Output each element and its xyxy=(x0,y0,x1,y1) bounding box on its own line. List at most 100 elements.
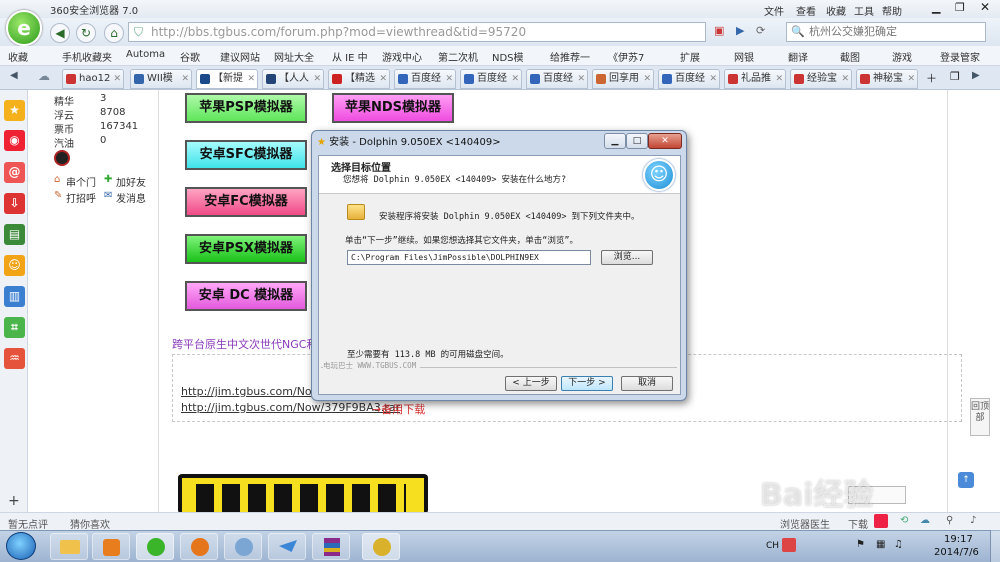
recommend-status[interactable]: 猜你喜欢 xyxy=(70,516,110,531)
message-link[interactable]: 发消息 xyxy=(116,190,146,205)
sfc-emulator-button[interactable]: 安卓SFC模拟器 xyxy=(185,140,307,170)
taskbar-installer-icon[interactable] xyxy=(362,533,400,560)
menu-help[interactable]: 帮助 xyxy=(882,3,902,18)
taskbar-media-icon[interactable] xyxy=(92,533,130,560)
video-icon[interactable]: ▤ xyxy=(4,224,25,245)
tab[interactable]: 【精选 ✕ xyxy=(328,69,390,89)
download-link-backup[interactable]: http://jim.tgbus.com/Now/379F9BA3.rar xyxy=(181,401,400,414)
taskbar-paint-icon[interactable] xyxy=(224,533,262,560)
back-to-top-button[interactable]: 回顶部 xyxy=(970,398,990,436)
reload-page-icon[interactable]: ⟳ xyxy=(756,24,765,37)
fav-item[interactable]: 从 IE 中 xyxy=(332,49,368,64)
fav-item[interactable]: 手机收藏夹 xyxy=(62,49,112,64)
back-button[interactable]: < 上一步 xyxy=(505,376,557,391)
dialog-close-icon[interactable]: ✕ xyxy=(648,133,682,149)
browser-logo-icon[interactable]: e xyxy=(6,10,42,46)
fc-emulator-button[interactable]: 安卓FC模拟器 xyxy=(185,187,307,217)
menu-tools[interactable]: 工具 xyxy=(854,3,874,18)
add-sidebar-icon[interactable]: + xyxy=(8,493,20,509)
tab[interactable]: 礼品推 ✕ xyxy=(724,69,786,89)
translate-button[interactable]: 翻译 xyxy=(788,49,808,64)
start-button[interactable] xyxy=(6,532,36,560)
fav-item[interactable]: Automa xyxy=(126,49,165,60)
menu-file[interactable]: 文件 xyxy=(764,3,784,18)
mail-icon[interactable]: @ xyxy=(4,162,25,183)
zoom-icon[interactable]: ⚲ xyxy=(946,515,953,526)
greet-link[interactable]: 打招呼 xyxy=(66,190,96,205)
taskbar-bird-icon[interactable] xyxy=(268,533,306,560)
clock-date[interactable]: 2014/7/6 xyxy=(934,547,979,558)
fav-item[interactable]: NDS模 xyxy=(492,49,524,64)
tab[interactable]: 百度经 ✕ xyxy=(394,69,456,89)
screenshot-button[interactable]: 截图 xyxy=(840,49,860,64)
volume-icon[interactable]: ♪ xyxy=(970,515,976,526)
tray-flag-icon[interactable]: ⚑ xyxy=(856,539,865,550)
tab[interactable]: 百度经 ✕ xyxy=(460,69,522,89)
weibo-icon[interactable]: ◉ xyxy=(4,130,25,151)
baidu-tool-icon[interactable]: ↑ xyxy=(958,472,974,488)
fav-item[interactable]: 第二次机 xyxy=(438,49,478,64)
taskbar-winrar-icon[interactable] xyxy=(312,533,350,560)
address-bar[interactable]: ⛉ http://bbs.tgbus.com/forum.php?mod=vie… xyxy=(128,22,706,42)
browse-button[interactable]: 浏览... xyxy=(601,250,653,265)
bank-button[interactable]: 网银 xyxy=(734,49,754,64)
show-desktop-button[interactable] xyxy=(990,530,1000,562)
taskbar-firefox-icon[interactable] xyxy=(180,533,218,560)
visit-link[interactable]: 串个门 xyxy=(66,174,96,189)
tab-active[interactable]: 【新提 ✕ xyxy=(196,69,258,89)
fav-item[interactable]: 谷歌 xyxy=(180,49,200,64)
extension-button[interactable]: 扩展 xyxy=(680,49,700,64)
speed-status-icon[interactable]: ⟲ xyxy=(900,515,908,526)
dc-emulator-button[interactable]: 安卓 DC 模拟器 xyxy=(185,281,307,311)
tray-volume-icon[interactable]: ♫ xyxy=(894,539,903,550)
fav-item[interactable]: 给推荐一 xyxy=(550,49,590,64)
tab[interactable]: 神秘宝 ✕ xyxy=(856,69,918,89)
nds-emulator-button[interactable]: 苹果NDS模拟器 xyxy=(332,93,454,123)
refresh-icon[interactable]: ↻ xyxy=(76,23,96,43)
tab[interactable]: 【人人 ✕ xyxy=(262,69,324,89)
cloud-status-icon[interactable]: ☁ xyxy=(920,515,930,526)
clock-time[interactable]: 19:17 xyxy=(944,534,973,545)
download-icon[interactable]: ⇩ xyxy=(4,193,25,214)
games-button[interactable]: 游戏 xyxy=(892,49,912,64)
psx-emulator-button[interactable]: 安卓PSX模拟器 xyxy=(185,234,307,264)
tab-scroll-left-icon[interactable]: ◀ xyxy=(10,70,18,81)
dialog-minimize-icon[interactable]: ▁ xyxy=(604,133,626,149)
doctor-status[interactable]: 浏览器医生 xyxy=(780,516,830,531)
fav-item[interactable]: 游戏中心 xyxy=(382,49,422,64)
fav-item[interactable]: 建议网站 xyxy=(220,49,260,64)
download-status[interactable]: 下载 xyxy=(848,516,868,531)
maximize-icon[interactable]: ❐ xyxy=(955,1,965,14)
next-button[interactable]: 下一步 > xyxy=(561,376,613,391)
tab[interactable]: 百度经 ✕ xyxy=(526,69,588,89)
tab[interactable]: WII模 ✕ xyxy=(130,69,192,89)
speed-icon[interactable]: ▶ xyxy=(736,24,744,37)
game-icon[interactable]: ☺ xyxy=(4,255,25,276)
add-friend-link[interactable]: 加好友 xyxy=(116,174,146,189)
menu-view[interactable]: 查看 xyxy=(796,3,816,18)
book-icon[interactable]: ▥ xyxy=(4,286,25,307)
comment-status[interactable]: 暂无点评 xyxy=(8,516,48,531)
input-language[interactable]: CH xyxy=(766,541,779,551)
close-icon[interactable]: ✕ xyxy=(980,0,990,14)
login-manager-button[interactable]: 登录管家 xyxy=(940,49,980,64)
tab[interactable]: 经验宝 ✕ xyxy=(790,69,852,89)
cloud-icon[interactable]: ☁ xyxy=(38,69,50,83)
dialog-maximize-icon[interactable]: □ xyxy=(626,133,648,149)
taskbar-explorer-icon[interactable] xyxy=(50,533,88,560)
tray-network-icon[interactable]: ▦ xyxy=(876,539,885,550)
fav-item[interactable]: 收藏 xyxy=(8,49,28,64)
back-icon[interactable]: ◀ xyxy=(50,23,70,43)
tab[interactable]: 回享用 ✕ xyxy=(592,69,654,89)
taskbar-360-browser-icon[interactable] xyxy=(136,533,174,560)
share-icon[interactable]: ⌗ xyxy=(4,317,25,338)
psp-emulator-button[interactable]: 苹果PSP模拟器 xyxy=(185,93,307,123)
cancel-button[interactable]: 取消 xyxy=(621,376,673,391)
new-tab-icon[interactable]: ＋ xyxy=(926,70,937,86)
minimize-icon[interactable]: ▁ xyxy=(932,1,940,14)
shop-icon[interactable]: ♒ xyxy=(4,348,25,369)
tab[interactable]: hao12 ✕ xyxy=(62,69,124,89)
star-icon[interactable]: ★ xyxy=(4,100,25,121)
gift-icon[interactable]: ▣ xyxy=(714,24,724,37)
install-path-input[interactable]: C:\Program Files\JimPossible\DOLPHIN9EX xyxy=(347,250,591,265)
